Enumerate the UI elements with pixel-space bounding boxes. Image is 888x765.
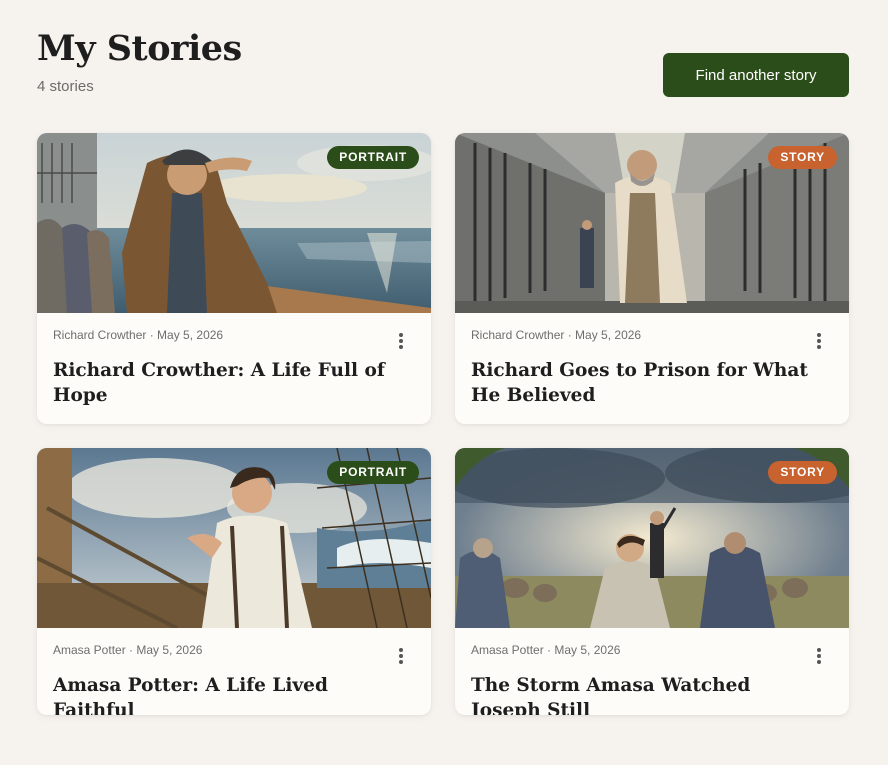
card-title: The Storm Amasa Watched Joseph Still [471, 675, 751, 715]
card-author: Amasa Potter [471, 643, 544, 657]
more-vertical-icon[interactable] [391, 331, 411, 351]
badge-portrait: PORTRAIT [327, 146, 419, 169]
my-stories-page: My Stories 4 stories Find another story [0, 0, 888, 765]
story-count: 4 stories [37, 78, 94, 95]
more-vertical-icon[interactable] [809, 331, 829, 351]
card-meta: Richard Crowther · May 5, 2026 [53, 328, 224, 342]
story-card[interactable]: PORTRAIT Amasa Potter · May 5, 2026 Amas… [37, 448, 431, 715]
card-author: Amasa Potter [53, 643, 126, 657]
card-meta: Amasa Potter · May 5, 2026 [53, 643, 203, 657]
card-author: Richard Crowther [471, 328, 565, 342]
card-date: May 5, 2026 [554, 643, 621, 657]
card-illustration: STORY [455, 448, 849, 628]
card-author: Richard Crowther [53, 328, 147, 342]
more-vertical-icon[interactable] [809, 646, 829, 666]
card-title: Amasa Potter: A Life Lived Faithful [53, 675, 328, 715]
card-meta: Amasa Potter · May 5, 2026 [471, 643, 621, 657]
badge-story: STORY [768, 461, 837, 484]
story-card[interactable]: STORY Amasa Potter · May 5, 2026 The Sto… [455, 448, 849, 715]
card-illustration: PORTRAIT [37, 133, 431, 313]
card-illustration: PORTRAIT [37, 448, 431, 628]
card-title: Richard Goes to Prison for What He Belie… [471, 360, 808, 406]
more-vertical-icon[interactable] [391, 646, 411, 666]
card-date: May 5, 2026 [136, 643, 203, 657]
story-card[interactable]: STORY Richard Crowther · May 5, 2026 Ric… [455, 133, 849, 424]
story-card[interactable]: PORTRAIT Richard Crowther · May 5, 2026 … [37, 133, 431, 424]
page-header: My Stories 4 stories Find another story [37, 28, 849, 108]
badge-portrait: PORTRAIT [327, 461, 419, 484]
card-illustration: STORY [455, 133, 849, 313]
card-title: Richard Crowther: A Life Full of Hope [53, 360, 385, 406]
badge-story: STORY [768, 146, 837, 169]
find-another-story-button[interactable]: Find another story [663, 53, 849, 97]
page-title: My Stories [37, 28, 242, 69]
card-date: May 5, 2026 [157, 328, 224, 342]
card-date: May 5, 2026 [575, 328, 642, 342]
card-meta: Richard Crowther · May 5, 2026 [471, 328, 642, 342]
